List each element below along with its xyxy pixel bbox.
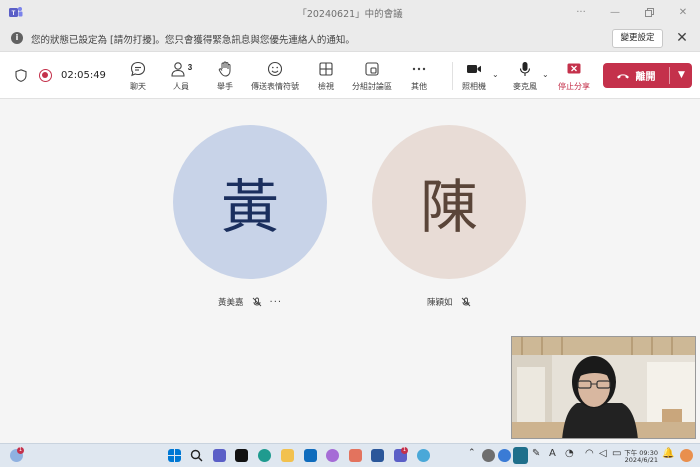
raise-hand-icon — [218, 61, 231, 77]
camera-options-chevron-icon[interactable]: ⌄ — [492, 70, 499, 79]
battery-saver-icon[interactable]: ◔ — [565, 448, 578, 461]
stop-sharing-label: 停止分享 — [558, 82, 590, 91]
hang-up-icon — [616, 73, 629, 78]
breakout-rooms-icon — [365, 62, 379, 76]
volume-icon[interactable]: ◁ — [599, 448, 612, 461]
banner-close-button[interactable]: ✕ — [674, 30, 690, 46]
participant-avatar[interactable]: 黃 — [173, 125, 327, 279]
file-explorer-icon[interactable] — [281, 449, 294, 462]
more-label: 其他 — [411, 82, 427, 91]
ime-icon[interactable]: A — [549, 448, 562, 461]
microphone-icon — [519, 62, 531, 76]
status-banner: i 您的狀態已設定為 [請勿打擾]。您只會獲得緊急訊息與您優先連絡人的通知。 變… — [0, 25, 700, 52]
view-button[interactable]: 檢視 — [304, 60, 348, 94]
restore-icon — [644, 8, 654, 17]
more-horizontal-icon — [412, 67, 426, 71]
restore-button[interactable] — [632, 0, 666, 25]
chat-button[interactable]: 聊天 — [116, 60, 160, 94]
participant-name: 陳穎如 — [427, 298, 453, 308]
participant-name-row: 陳穎如 — [427, 296, 471, 308]
camera-button[interactable]: 照相機 — [452, 60, 496, 94]
self-video-preview[interactable] — [511, 336, 696, 439]
snipping-tool-icon[interactable] — [349, 449, 362, 462]
meeting-toolbar: 02:05:49 聊天 3 人員 舉手 傳送表情符號 檢視 分組討論區 其他 照… — [0, 52, 700, 99]
title-bar: T 「20240621」中的會議 ··· — ✕ — [0, 0, 700, 25]
stop-sharing-button[interactable]: 停止分享 — [552, 60, 596, 94]
participant-more-icon[interactable]: ··· — [270, 297, 283, 308]
leave-label: 離開 — [635, 72, 656, 83]
chat-label: 聊天 — [130, 82, 146, 91]
widget-icon[interactable] — [680, 449, 693, 462]
smiley-icon — [267, 61, 283, 77]
stop-share-icon — [567, 63, 581, 74]
participant-avatar[interactable]: 陳 — [372, 125, 526, 279]
people-icon: 3 — [171, 62, 193, 77]
clock-date[interactable]: 2024/6/21 — [624, 456, 658, 464]
word-icon[interactable] — [371, 449, 384, 462]
camera-icon — [467, 65, 481, 73]
grid-view-icon — [319, 62, 333, 76]
camera-label: 照相機 — [462, 82, 486, 91]
more-button[interactable]: 其他 — [397, 60, 441, 94]
participant-name-row: 黃美嘉 ··· — [218, 296, 283, 309]
info-icon: i — [11, 32, 23, 44]
leave-main-button[interactable]: 離開 — [603, 63, 668, 88]
weather-badge: 1 — [17, 447, 24, 454]
copilot-icon[interactable] — [326, 449, 339, 462]
close-icon: ✕ — [676, 30, 688, 46]
leave-divider — [669, 67, 670, 84]
raise-hand-button[interactable]: 舉手 — [203, 60, 247, 94]
mic-off-icon — [252, 297, 261, 307]
mic-off-icon — [461, 297, 470, 307]
people-label: 人員 — [173, 82, 189, 91]
recording-indicator-icon — [39, 69, 52, 82]
microphone-label: 麥克風 — [513, 82, 537, 91]
view-label: 檢視 — [318, 82, 334, 91]
close-icon: ✕ — [678, 7, 688, 18]
windows-start-icon[interactable] — [168, 449, 181, 462]
react-button[interactable]: 傳送表情符號 — [247, 60, 303, 94]
teams-taskbar-icon[interactable] — [213, 449, 226, 462]
participant-name: 黃美嘉 — [218, 298, 244, 308]
edge-icon[interactable] — [258, 449, 271, 462]
microphone-button[interactable]: 麥克風 — [503, 60, 547, 94]
close-window-button[interactable]: ✕ — [666, 0, 700, 25]
task-view-icon[interactable] — [235, 449, 248, 462]
minimize-button[interactable]: — — [598, 0, 632, 25]
search-icon[interactable] — [190, 449, 203, 462]
chevron-up-icon[interactable]: ⌃ — [468, 448, 477, 461]
more-horizontal-icon: ··· — [576, 7, 586, 18]
pen-icon[interactable]: ✎ — [532, 448, 545, 461]
breakout-rooms-label: 分組討論區 — [352, 82, 392, 91]
change-settings-button[interactable]: 變更設定 — [612, 29, 663, 48]
window-options-button[interactable]: ··· — [564, 0, 598, 25]
banner-message: 您的狀態已設定為 [請勿打擾]。您只會獲得緊急訊息與您優先連絡人的通知。 — [31, 35, 355, 46]
leave-options-chevron-icon[interactable]: ▼ — [671, 63, 692, 88]
chat-icon — [130, 61, 146, 77]
wifi-icon[interactable]: ◠ — [585, 448, 598, 461]
onedrive-icon[interactable] — [482, 449, 495, 462]
teams-badge: 1 — [401, 447, 408, 454]
people-count: 3 — [188, 63, 193, 72]
people-button[interactable]: 3 人員 — [159, 60, 203, 94]
minimize-icon: — — [610, 7, 620, 18]
self-video-image — [512, 337, 695, 438]
mail-icon[interactable] — [304, 449, 317, 462]
leave-button[interactable]: 離開 ▼ — [603, 63, 692, 88]
taskbar: 1 1 ⌃ ✎ A ◔ ◠ ◁ ▭ 下午 09:30 2024/6/21 🔔 — [0, 443, 700, 467]
breakout-rooms-button[interactable]: 分組討論區 — [348, 60, 396, 94]
react-label: 傳送表情符號 — [251, 82, 299, 91]
notification-bell-icon[interactable]: 🔔 — [662, 448, 675, 461]
microphone-options-chevron-icon[interactable]: ⌄ — [542, 70, 549, 79]
raise-hand-label: 舉手 — [217, 82, 233, 91]
mic-active-icon[interactable] — [513, 447, 528, 464]
meeting-timer: 02:05:49 — [61, 70, 106, 81]
shield-icon[interactable] — [15, 69, 27, 82]
sync-icon[interactable] — [498, 449, 511, 462]
chrome-icon[interactable] — [417, 449, 430, 462]
